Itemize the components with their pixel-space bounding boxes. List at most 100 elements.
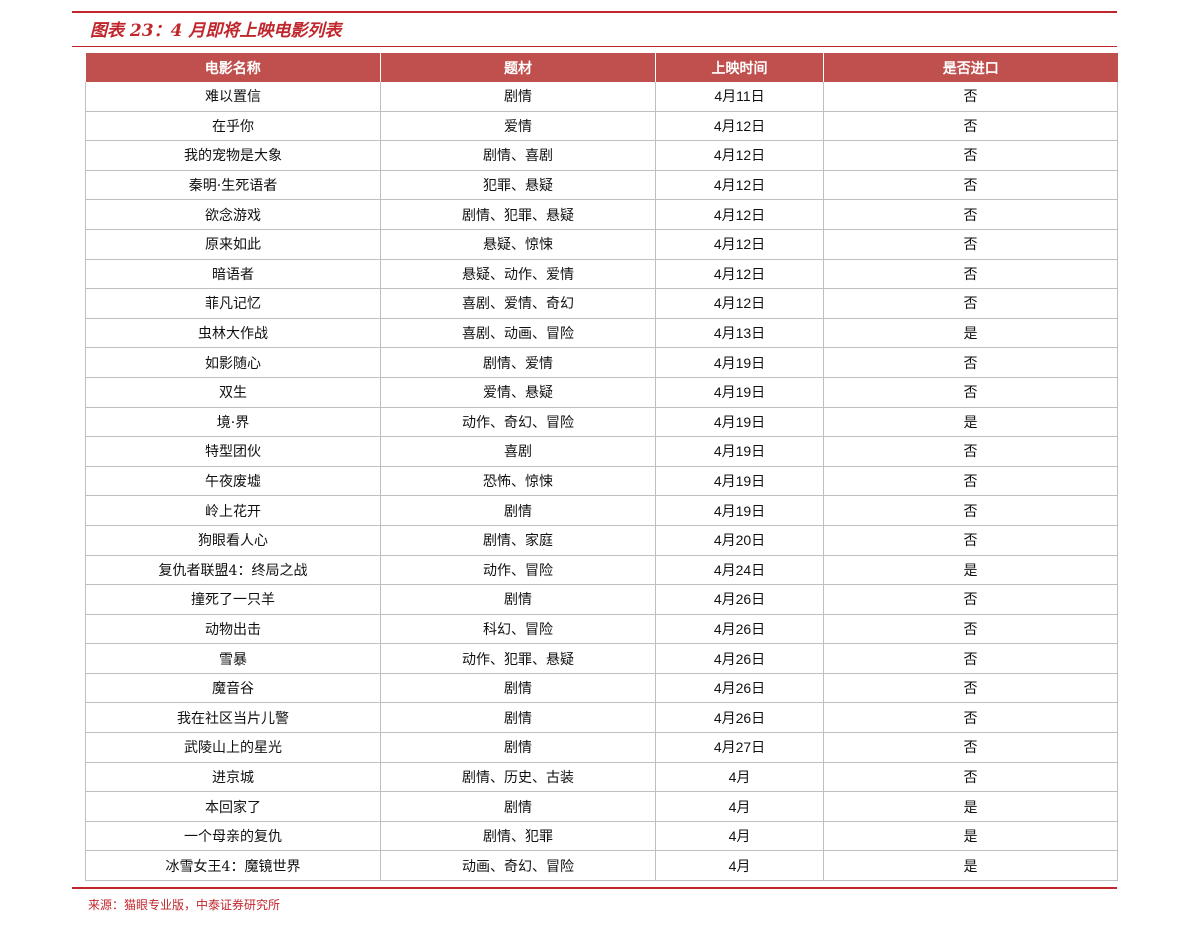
imported-cell: 否 (823, 111, 1118, 142)
table-row: 在乎你 爱情 4月12日否 (85, 111, 1118, 142)
release-date-cell: 4月26日 (655, 584, 824, 615)
movie-title-cell: 一个母亲的复仇 (85, 821, 381, 852)
table-row: 狗眼看人心 剧情、家庭 4月20日否 (85, 525, 1118, 556)
table-row: 原来如此 悬疑、惊悚 4月12日否 (85, 229, 1118, 260)
movie-title-cell: 双生 (85, 377, 381, 408)
title-rule (72, 46, 1117, 47)
genre-cell: 悬疑、动作、爱情 (380, 259, 656, 290)
table-row: 复仇者联盟4：终局之战 动作、冒险 4月24日是 (85, 555, 1118, 586)
table-row: 欲念游戏 剧情、犯罪、悬疑 4月12日否 (85, 199, 1118, 230)
release-date-cell: 4月19日 (655, 377, 824, 408)
imported-cell: 是 (823, 318, 1118, 349)
release-date-cell: 4月19日 (655, 466, 824, 497)
movie-title-cell: 难以置信 (85, 82, 381, 112)
imported-cell: 否 (823, 229, 1118, 260)
release-date-cell: 4月12日 (655, 140, 824, 171)
table-body: 难以置信 剧情 4月11日否在乎你 爱情 4月12日否我的宠物是大象 剧情、喜剧 4月12日… (85, 82, 1118, 882)
imported-cell: 否 (823, 762, 1118, 793)
genre-cell: 科幻、冒险 (380, 614, 656, 645)
movie-title-cell: 进京城 (85, 762, 381, 793)
genre-cell: 动作、奇幻、冒险 (380, 407, 656, 438)
table-row: 如影随心 剧情、爱情 4月19日否 (85, 347, 1118, 378)
genre-cell: 爱情 (380, 111, 656, 142)
imported-cell: 是 (823, 407, 1118, 438)
genre-cell: 悬疑、惊悚 (380, 229, 656, 260)
figure-title: 图表 23：4 月即将上映电影列表 (90, 21, 342, 41)
movie-title-cell: 如影随心 (85, 347, 381, 378)
imported-cell: 否 (823, 199, 1118, 230)
table-row: 秦明·生死语者 犯罪、悬疑 4月12日否 (85, 170, 1118, 201)
imported-cell: 是 (823, 850, 1118, 882)
movie-title-cell: 原来如此 (85, 229, 381, 260)
table-row: 双生 爱情、悬疑 4月19日否 (85, 377, 1118, 408)
top-rule (72, 11, 1117, 13)
movie-title-cell: 冰雪女王4：魔镜世界 (85, 850, 381, 882)
release-date-cell: 4月19日 (655, 407, 824, 438)
movie-title-cell: 复仇者联盟4：终局之战 (85, 555, 381, 586)
genre-cell: 剧情 (380, 791, 656, 822)
genre-cell: 动作、犯罪、悬疑 (380, 643, 656, 674)
table-row: 虫林大作战 喜剧、动画、冒险 4月13日是 (85, 318, 1118, 349)
release-date-cell: 4月12日 (655, 199, 824, 230)
genre-cell: 剧情 (380, 732, 656, 763)
movie-title-cell: 菲凡记忆 (85, 288, 381, 319)
genre-cell: 剧情、家庭 (380, 525, 656, 556)
genre-cell: 剧情、历史、古装 (380, 762, 656, 793)
table-row: 魔音谷 剧情 4月26日否 (85, 673, 1118, 704)
table-row: 午夜废墟 恐怖、惊悚 4月19日否 (85, 466, 1118, 497)
column-header-imported: 是否进口 (823, 53, 1118, 82)
movie-title-cell: 本回家了 (85, 791, 381, 822)
genre-cell: 剧情 (380, 584, 656, 615)
imported-cell: 否 (823, 466, 1118, 497)
table-row: 菲凡记忆 喜剧、爱情、奇幻 4月12日否 (85, 288, 1118, 319)
release-date-cell: 4月 (655, 850, 824, 882)
release-date-cell: 4月26日 (655, 643, 824, 674)
table-row: 雪暴 动作、犯罪、悬疑 4月26日否 (85, 643, 1118, 674)
release-date-cell: 4月12日 (655, 259, 824, 290)
genre-cell: 剧情 (380, 702, 656, 734)
release-date-cell: 4月26日 (655, 673, 824, 704)
genre-cell: 剧情、喜剧 (380, 140, 656, 171)
imported-cell: 是 (823, 791, 1118, 822)
release-date-cell: 4月27日 (655, 732, 824, 763)
release-date-cell: 4月 (655, 762, 824, 793)
table-row: 特型团伙 喜剧 4月19日否 (85, 436, 1118, 467)
table-row: 进京城 剧情、历史、古装 4月否 (85, 762, 1118, 793)
imported-cell: 否 (823, 732, 1118, 763)
movie-title-cell: 秦明·生死语者 (85, 170, 381, 201)
release-date-cell: 4月19日 (655, 436, 824, 467)
genre-cell: 动作、冒险 (380, 555, 656, 586)
movie-title-cell: 境·界 (85, 407, 381, 438)
release-date-cell: 4月 (655, 821, 824, 852)
table-row: 撞死了一只羊 剧情 4月26日否 (85, 584, 1118, 615)
genre-cell: 喜剧、动画、冒险 (380, 318, 656, 349)
movie-title-cell: 雪暴 (85, 643, 381, 674)
release-date-cell: 4月19日 (655, 347, 824, 378)
genre-cell: 剧情 (380, 82, 656, 112)
genre-cell: 剧情、犯罪 (380, 821, 656, 852)
source-note: 来源：猫眼专业版，中泰证券研究所 (88, 898, 281, 912)
table-row: 一个母亲的复仇 剧情、犯罪 4月是 (85, 821, 1118, 852)
table-row: 我在社区当片儿警 剧情 4月26日否 (85, 702, 1118, 734)
imported-cell: 否 (823, 288, 1118, 319)
genre-cell: 剧情 (380, 495, 656, 526)
release-date-cell: 4月 (655, 791, 824, 822)
imported-cell: 是 (823, 555, 1118, 586)
release-date-cell: 4月11日 (655, 82, 824, 112)
release-date-cell: 4月26日 (655, 702, 824, 734)
table-row: 我的宠物是大象 剧情、喜剧 4月12日否 (85, 140, 1118, 171)
release-date-cell: 4月12日 (655, 170, 824, 201)
release-date-cell: 4月13日 (655, 318, 824, 349)
imported-cell: 否 (823, 584, 1118, 615)
column-header-title: 电影名称 (85, 53, 381, 82)
movie-title-cell: 欲念游戏 (85, 199, 381, 230)
imported-cell: 否 (823, 377, 1118, 408)
movie-title-cell: 狗眼看人心 (85, 525, 381, 556)
table-row: 武陵山上的星光 剧情 4月27日否 (85, 732, 1118, 763)
genre-cell: 爱情、悬疑 (380, 377, 656, 408)
imported-cell: 否 (823, 436, 1118, 467)
imported-cell: 否 (823, 347, 1118, 378)
table-row: 难以置信 剧情 4月11日否 (85, 82, 1118, 112)
imported-cell: 否 (823, 702, 1118, 734)
movie-title-cell: 岭上花开 (85, 495, 381, 526)
